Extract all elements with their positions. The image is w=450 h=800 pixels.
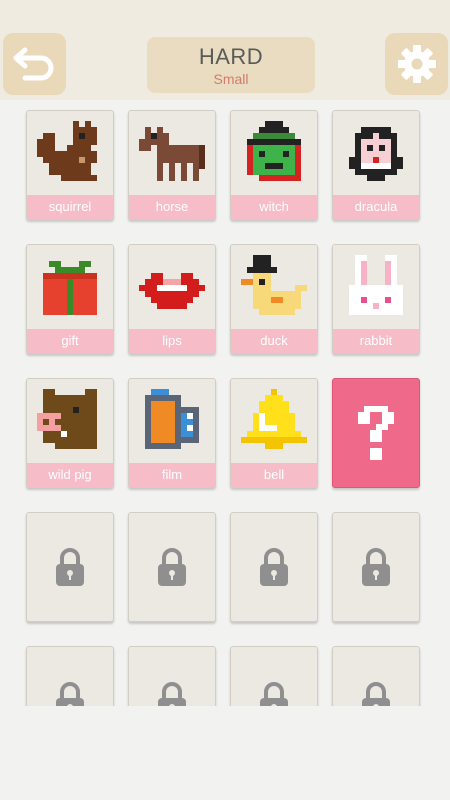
locked-card[interactable] bbox=[128, 512, 216, 622]
lock-icon bbox=[158, 682, 186, 706]
settings-button[interactable] bbox=[385, 33, 448, 95]
puzzle-label: lips bbox=[129, 329, 215, 353]
puzzle-card-squirrel[interactable]: squirrel bbox=[26, 110, 114, 220]
lock-icon bbox=[158, 548, 186, 586]
back-button[interactable] bbox=[3, 33, 66, 95]
puzzle-grid: squirrel horse witch dracula gift lips d… bbox=[0, 100, 450, 706]
puzzle-card-dracula[interactable]: dracula bbox=[332, 110, 420, 220]
lips-pixel-art bbox=[139, 273, 205, 309]
puzzle-label: wild pig bbox=[27, 463, 113, 487]
horse-pixel-art bbox=[139, 127, 205, 181]
duck-pixel-art bbox=[241, 255, 307, 315]
witch-pixel-art bbox=[247, 121, 301, 181]
puzzle-card-lips[interactable]: lips bbox=[128, 244, 216, 354]
puzzle-label: dracula bbox=[333, 195, 419, 219]
locked-card[interactable] bbox=[332, 512, 420, 622]
puzzle-label: rabbit bbox=[333, 329, 419, 353]
puzzle-label: gift bbox=[27, 329, 113, 353]
mystery-puzzle-card[interactable] bbox=[332, 378, 420, 488]
puzzle-card-gift[interactable]: gift bbox=[26, 244, 114, 354]
size-label: Small bbox=[213, 71, 249, 87]
locked-card[interactable] bbox=[332, 646, 420, 706]
puzzle-label: duck bbox=[231, 329, 317, 353]
question-mark-icon bbox=[358, 406, 394, 460]
puzzle-card-witch[interactable]: witch bbox=[230, 110, 318, 220]
film-pixel-art bbox=[145, 389, 199, 449]
wild-pig-pixel-art bbox=[37, 389, 97, 449]
top-bar: HARD Small bbox=[0, 0, 450, 100]
lock-icon bbox=[260, 682, 288, 706]
puzzle-card-bell[interactable]: bell bbox=[230, 378, 318, 488]
lock-icon bbox=[362, 548, 390, 586]
bell-pixel-art bbox=[241, 389, 307, 449]
puzzle-card-horse[interactable]: horse bbox=[128, 110, 216, 220]
lock-icon bbox=[362, 682, 390, 706]
rabbit-pixel-art bbox=[349, 255, 403, 315]
puzzle-label: squirrel bbox=[27, 195, 113, 219]
difficulty-label: HARD bbox=[198, 44, 264, 69]
locked-card[interactable] bbox=[128, 646, 216, 706]
dracula-pixel-art bbox=[349, 127, 403, 181]
puzzle-card-duck[interactable]: duck bbox=[230, 244, 318, 354]
puzzle-label: witch bbox=[231, 195, 317, 219]
locked-card[interactable] bbox=[26, 512, 114, 622]
locked-card[interactable] bbox=[230, 512, 318, 622]
locked-card[interactable] bbox=[230, 646, 318, 706]
gift-pixel-art bbox=[43, 261, 97, 315]
difficulty-title: HARD Small bbox=[147, 37, 315, 93]
puzzle-card-wild-pig[interactable]: wild pig bbox=[26, 378, 114, 488]
lock-icon bbox=[56, 548, 84, 586]
locked-card[interactable] bbox=[26, 646, 114, 706]
puzzle-card-film[interactable]: film bbox=[128, 378, 216, 488]
back-arrow-icon bbox=[13, 47, 53, 81]
puzzle-label: film bbox=[129, 463, 215, 487]
puzzle-card-rabbit[interactable]: rabbit bbox=[332, 244, 420, 354]
lock-icon bbox=[56, 682, 84, 706]
puzzle-label: horse bbox=[129, 195, 215, 219]
lock-icon bbox=[260, 548, 288, 586]
squirrel-pixel-art bbox=[37, 121, 97, 181]
gear-icon bbox=[397, 45, 436, 83]
puzzle-label: bell bbox=[231, 463, 317, 487]
